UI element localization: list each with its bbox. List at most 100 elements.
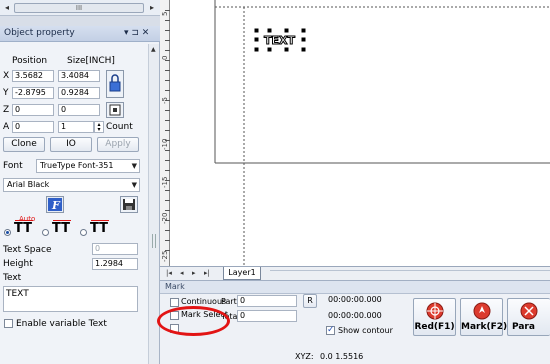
red-target-icon (426, 302, 444, 320)
z-label: Z (3, 105, 10, 115)
x-label: X (3, 71, 10, 81)
enable-variable-text-checkbox[interactable] (4, 319, 13, 328)
continuous-checkbox[interactable] (170, 298, 179, 307)
svg-text:F: F (51, 199, 61, 212)
position-header: Position (12, 56, 48, 66)
red-f1-label: Red(F1) (414, 322, 455, 332)
red-f1-button[interactable]: Red(F1) (413, 298, 456, 336)
count-input[interactable]: 1 (58, 121, 94, 133)
lock-icon (109, 74, 121, 92)
ruler-label: -25 (161, 250, 169, 262)
text-label: Text (3, 273, 22, 283)
panel-title-bar: Object property ▾ ⊐ ✕ (0, 26, 160, 42)
scrollbar-thumb[interactable]: III (14, 3, 144, 13)
chevron-down-icon: ▼ (131, 162, 137, 170)
y-label: Y (3, 88, 9, 98)
align-width-icon: TT (90, 221, 109, 236)
highlight-circle (157, 306, 230, 336)
prev-page-icon[interactable]: ◂ (180, 269, 184, 277)
a-label: A (3, 122, 10, 132)
vertical-ruler: 5 0 -5 -10 -15 -20 -25 (160, 0, 170, 266)
height-input[interactable]: 1.2984 (92, 258, 138, 270)
top-horizontal-scrollbar[interactable]: ◂ III ▸ (0, 0, 160, 16)
y-size-input[interactable]: 0.9284 (58, 87, 100, 99)
tab-scrollbar[interactable] (270, 270, 550, 279)
ruler-label: -5 (161, 97, 169, 104)
show-contour-label: Show contour (338, 326, 393, 335)
scroll-right-icon[interactable]: ▸ (146, 3, 158, 13)
x-size-input[interactable]: 3.4084 (58, 70, 100, 82)
center-icon (109, 104, 121, 116)
tab-layer1[interactable]: Layer1 (223, 267, 261, 280)
apply-button[interactable]: Apply (97, 137, 139, 152)
drawing-canvas[interactable]: TEXT (160, 0, 550, 266)
first-page-icon[interactable]: |◂ (166, 269, 172, 277)
param-icon (520, 302, 538, 320)
ruler-label: -15 (161, 176, 169, 188)
y-position-input[interactable]: -2.8795 (12, 87, 54, 99)
ruler-label: -10 (161, 138, 169, 150)
show-contour-checkbox[interactable] (326, 325, 335, 335)
enable-variable-text-label: Enable variable Text (16, 319, 107, 329)
font-settings-button[interactable]: F (46, 196, 64, 213)
text-content-input[interactable]: TEXT (3, 286, 138, 312)
canvas-text-object[interactable]: TEXT (263, 34, 295, 48)
spacing-marker (53, 220, 71, 221)
param-label: Para (512, 322, 535, 332)
ruler-label: -20 (161, 212, 169, 224)
save-icon (123, 199, 135, 210)
coord-label: XYZ: (295, 352, 314, 361)
panel-pin-close-icon[interactable]: ▾ ⊐ ✕ (124, 28, 149, 38)
part-input[interactable]: 0 (237, 295, 297, 307)
lock-ratio-button[interactable] (106, 70, 124, 98)
coord-value: 0.0 1.5516 (320, 352, 364, 361)
scrollbar-grip[interactable] (152, 234, 156, 248)
clone-button[interactable]: Clone (3, 137, 45, 152)
x-position-input[interactable]: 3.5682 (12, 70, 54, 82)
mark-laser-icon (473, 302, 491, 320)
object-property-panel: Object property ▾ ⊐ ✕ ▲ Position Size[IN… (0, 26, 160, 364)
reset-r-button[interactable]: R (303, 294, 317, 308)
font-f-icon: F (48, 198, 62, 212)
mark-title: Mark (165, 282, 185, 291)
mark-f2-label: Mark(F2) (461, 322, 508, 332)
canvas-drawing (214, 0, 550, 266)
continuous-label: Continuous (181, 297, 227, 306)
font-name-select[interactable]: Arial Black ▼ (3, 178, 140, 192)
count-label: Count (106, 122, 133, 132)
auto-underline (15, 220, 33, 221)
align-auto-radio[interactable] (4, 229, 11, 236)
size-header: Size[INCH] (67, 56, 115, 66)
part-label: Part (221, 297, 237, 306)
font-label: Font (3, 161, 23, 171)
total-input[interactable]: 0 (237, 310, 297, 322)
count-spinner[interactable]: ▴ ▾ (94, 121, 104, 133)
param-button[interactable]: Para (507, 298, 550, 336)
ruler-label: 0 (161, 55, 169, 60)
time-total: 00:00:00.000 (328, 311, 382, 320)
save-font-button[interactable] (120, 196, 138, 213)
mark-title-bar: Mark (160, 281, 550, 294)
panel-title: Object property (4, 28, 75, 38)
layer-tab-bar: |◂ ◂ ▸ ▸| Layer1 (160, 266, 550, 280)
align-right-radio[interactable] (80, 229, 87, 236)
align-auto-icon: TT (14, 221, 33, 236)
align-spacing-icon: TT (52, 221, 71, 236)
text-space-input[interactable]: 0 (92, 243, 138, 255)
next-page-icon[interactable]: ▸ (192, 269, 196, 277)
z-position-input[interactable]: 0 (12, 104, 54, 116)
mark-f2-button[interactable]: Mark(F2) (460, 298, 508, 336)
scroll-up-icon[interactable]: ▲ (151, 46, 156, 53)
z-size-input[interactable]: 0 (58, 104, 100, 116)
font-type-select[interactable]: TrueType Font-351 ▼ (36, 159, 140, 173)
width-marker (91, 220, 109, 221)
scroll-left-icon[interactable]: ◂ (1, 3, 13, 13)
time-elapsed: 00:00:00.000 (328, 295, 382, 304)
a-position-input[interactable]: 0 (12, 121, 54, 133)
text-space-label: Text Space (3, 245, 52, 255)
last-page-icon[interactable]: ▸| (204, 269, 210, 277)
ruler-label: 5 (161, 11, 169, 16)
center-align-button[interactable] (106, 102, 124, 118)
io-button[interactable]: IO (50, 137, 92, 152)
align-left-radio[interactable] (42, 229, 49, 236)
